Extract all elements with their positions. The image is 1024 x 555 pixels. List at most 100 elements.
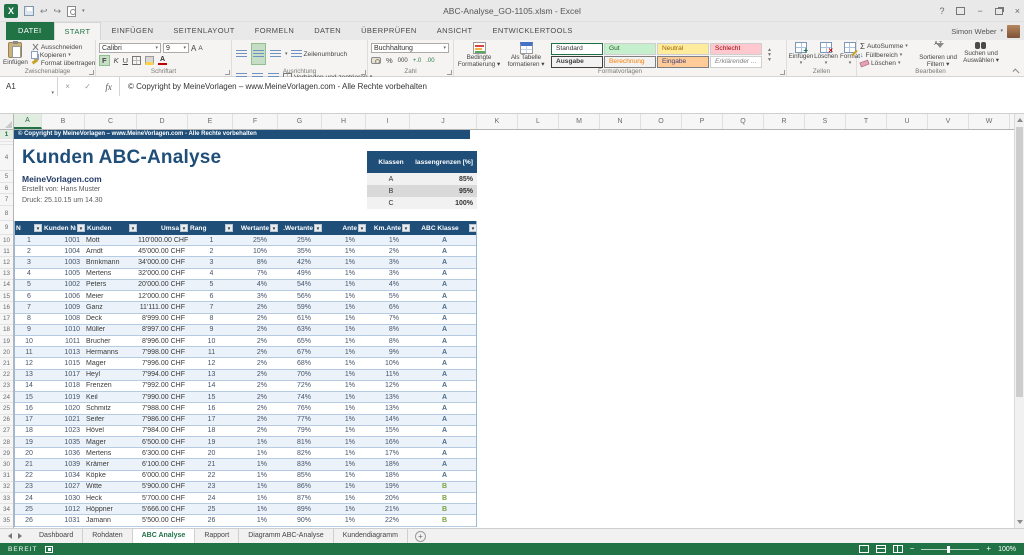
clear-button[interactable]: Löschen▾ xyxy=(860,60,915,67)
cell-kunden-nr[interactable]: 1005 xyxy=(43,270,86,277)
cell-umsatz[interactable]: 7'990.00 CHF xyxy=(138,394,189,401)
column-header[interactable]: S xyxy=(805,114,846,129)
table-header-cell[interactable]: Ante ▼ xyxy=(323,221,367,235)
cell-rang[interactable]: 14 xyxy=(189,382,234,389)
column-header[interactable]: I xyxy=(366,114,410,129)
filter-dropdown-icon[interactable]: ▼ xyxy=(77,224,85,232)
table-header-cell[interactable]: Umsa ▼ xyxy=(138,221,189,235)
cell-nr[interactable]: 8 xyxy=(15,315,43,322)
table-row[interactable]: 24 1030 Heck 5'700.00 CHF 24 1% 87% 1% 2… xyxy=(15,493,476,504)
select-all-corner[interactable] xyxy=(0,114,14,129)
macro-record-icon[interactable] xyxy=(45,546,53,553)
format-as-table-button[interactable]: Als Tabelleformatieren ▾ xyxy=(504,42,548,68)
cell-rang[interactable]: 13 xyxy=(189,371,234,378)
cell-kunden-nr[interactable]: 1001 xyxy=(43,237,86,244)
cell-kunden-nr[interactable]: 1030 xyxy=(43,495,86,502)
cell-style-chip[interactable]: Erklärender ... xyxy=(710,56,762,68)
cell-kum-wertanteil[interactable]: 25% xyxy=(279,237,323,244)
filter-dropdown-icon[interactable]: ▼ xyxy=(129,224,137,232)
row-header[interactable]: 8 xyxy=(0,206,13,221)
cell-abc-klasse[interactable]: A xyxy=(411,405,478,412)
cell-rang[interactable]: 8 xyxy=(189,315,234,322)
minimize-icon[interactable]: − xyxy=(977,6,982,16)
table-row[interactable]: 25 1012 Höppner 5'666.00 CHF 25 1% 89% 1… xyxy=(15,504,476,515)
cell-kum-wertanteil[interactable]: 54% xyxy=(279,281,323,288)
cell-kum-wertanteil[interactable]: 67% xyxy=(279,349,323,356)
cell-abc-klasse[interactable]: A xyxy=(411,293,478,300)
sheet-tab[interactable]: Diagramm ABC-Analyse xyxy=(239,529,333,543)
cell-abc-klasse[interactable]: A xyxy=(411,281,478,288)
cell-kunde[interactable]: Meier xyxy=(86,293,138,300)
copyright-banner-cell[interactable]: © Copyright by MeineVorlagen – www.Meine… xyxy=(14,130,470,139)
delete-cells-button[interactable]: Löschen▾ xyxy=(815,42,837,68)
cell-abc-klasse[interactable]: A xyxy=(411,427,478,434)
table-row[interactable]: 2 1004 Arndt 45'000.00 CHF 2 10% 35% 1% … xyxy=(15,246,476,257)
row-header[interactable]: 15 xyxy=(0,291,13,302)
column-header[interactable]: N xyxy=(600,114,641,129)
cell-rang[interactable]: 25 xyxy=(189,506,234,513)
cell-abc-klasse[interactable]: A xyxy=(411,248,478,255)
column-header[interactable]: U xyxy=(887,114,928,129)
table-row[interactable]: 5 1002 Peters 20'000.00 CHF 5 4% 54% 1% … xyxy=(15,280,476,291)
cell-kum-anteil[interactable]: 8% xyxy=(367,326,411,333)
italic-button[interactable]: K xyxy=(114,56,119,65)
sheet-tab[interactable]: ABC Analyse xyxy=(133,529,196,543)
cell-nr[interactable]: 20 xyxy=(15,450,43,457)
row-header[interactable]: 12 xyxy=(0,257,13,268)
cell-rang[interactable]: 24 xyxy=(189,495,234,502)
cell-kum-wertanteil[interactable]: 42% xyxy=(279,259,323,266)
row-header[interactable]: 7 xyxy=(0,194,13,206)
column-header[interactable]: T xyxy=(846,114,887,129)
cell-kunde[interactable]: Mott xyxy=(86,237,138,244)
row-header[interactable]: 9 xyxy=(0,221,13,235)
cell-abc-klasse[interactable]: A xyxy=(411,394,478,401)
column-header[interactable]: G xyxy=(278,114,322,129)
cell-anteil[interactable]: 1% xyxy=(323,237,367,244)
cell-kum-anteil[interactable]: 3% xyxy=(367,259,411,266)
table-row[interactable]: 26 1031 Jamann 5'500.00 CHF 26 1% 90% 1%… xyxy=(15,515,476,526)
autosum-button[interactable]: ΣAutoSumme▾ xyxy=(860,43,915,50)
restore-icon[interactable] xyxy=(995,8,1003,15)
cell-nr[interactable]: 14 xyxy=(15,382,43,389)
orientation-icon[interactable]: ▾ xyxy=(285,51,288,57)
cell-kunden-nr[interactable]: 1017 xyxy=(43,371,86,378)
cell-anteil[interactable]: 1% xyxy=(323,416,367,423)
cell-rang[interactable]: 2 xyxy=(189,248,234,255)
underline-button[interactable]: U xyxy=(123,56,128,65)
cell-umsatz[interactable]: 6'100.00 CHF xyxy=(138,461,189,468)
row-header[interactable]: 29 xyxy=(0,448,13,459)
table-row[interactable]: 13 1017 Heyl 7'994.00 CHF 13 2% 70% 1% 1… xyxy=(15,370,476,381)
formula-input[interactable]: © Copyright by MeineVorlagen – www.Meine… xyxy=(120,77,1024,96)
cell-kum-wertanteil[interactable]: 81% xyxy=(279,439,323,446)
cell-style-chip[interactable]: Berechnung xyxy=(604,56,656,68)
avatar[interactable] xyxy=(1007,25,1020,38)
ribbon-tab[interactable]: FORMELN xyxy=(245,22,304,40)
insert-function-icon[interactable]: fx xyxy=(105,82,112,92)
row-header[interactable]: 32 xyxy=(0,482,13,493)
column-header[interactable]: D xyxy=(137,114,188,129)
cell-wertanteil[interactable]: 10% xyxy=(234,248,279,255)
cell-kunde[interactable]: Brinkmann xyxy=(86,259,138,266)
cell-nr[interactable]: 16 xyxy=(15,405,43,412)
cell-kum-anteil[interactable]: 11% xyxy=(367,371,411,378)
cell-anteil[interactable]: 1% xyxy=(323,427,367,434)
cell-kum-wertanteil[interactable]: 61% xyxy=(279,315,323,322)
copy-button[interactable]: Kopieren▾ xyxy=(31,51,96,59)
table-row[interactable]: 18 1023 Hövel 7'984.00 CHF 18 2% 79% 1% … xyxy=(15,426,476,437)
filter-dropdown-icon[interactable]: ▼ xyxy=(180,224,188,232)
cell-anteil[interactable]: 1% xyxy=(323,517,367,524)
cell-kum-anteil[interactable]: 13% xyxy=(367,394,411,401)
table-row[interactable]: 20 1036 Mertens 6'300.00 CHF 20 1% 82% 1… xyxy=(15,448,476,459)
align-top-icon[interactable] xyxy=(235,44,248,64)
cell-kunden-nr[interactable]: 1012 xyxy=(43,506,86,513)
cell-nr[interactable]: 2 xyxy=(15,248,43,255)
cell-wertanteil[interactable]: 2% xyxy=(234,382,279,389)
user-area[interactable]: Simon Weber ▾ xyxy=(951,22,1020,40)
filter-dropdown-icon[interactable]: ▼ xyxy=(225,224,233,232)
table-row[interactable]: 10 1011 Brucher 8'996.00 CHF 10 2% 65% 1… xyxy=(15,336,476,347)
user-menu-icon[interactable]: ▾ xyxy=(1000,28,1003,34)
cell-nr[interactable]: 6 xyxy=(15,293,43,300)
table-header-cell[interactable]: Rang ▼ xyxy=(189,221,234,235)
cell-rang[interactable]: 1 xyxy=(189,237,234,244)
ribbon-tab[interactable]: EINFÜGEN xyxy=(101,22,163,40)
